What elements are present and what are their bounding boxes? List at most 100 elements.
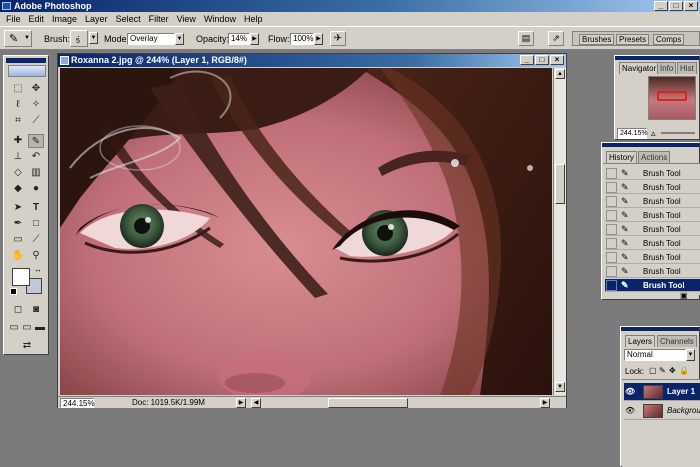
mode-select[interactable]: Overlay	[127, 33, 175, 45]
minimize-button[interactable]: _	[654, 1, 668, 11]
move-tool-icon[interactable]: ✥	[28, 82, 44, 96]
history-item[interactable]: ✎ Brush Tool	[605, 181, 700, 194]
layers-palette-grip[interactable]	[621, 327, 699, 331]
zoom-out-icon[interactable]: ▵	[651, 129, 656, 138]
navigator-view-box[interactable]	[657, 91, 687, 101]
history-snapshot-checkbox[interactable]	[606, 280, 617, 291]
maximize-button[interactable]: □	[669, 1, 683, 11]
eyedropper-tool-icon[interactable]: ⟋	[28, 233, 44, 247]
menu-layer[interactable]: Layer	[81, 12, 112, 26]
brush-dropdown-arrow[interactable]: ▼	[89, 32, 98, 44]
history-snapshot-checkbox[interactable]	[606, 238, 617, 249]
zoom-field[interactable]: 244.15%	[60, 398, 95, 408]
quick-mask-mode-icon[interactable]: ◙	[28, 303, 44, 317]
tab-history[interactable]: History	[606, 151, 637, 163]
scroll-left-arrow[interactable]: ◀	[251, 398, 261, 408]
jump-to-imageready-icon[interactable]: ⇗	[548, 31, 564, 46]
lock-position-icon[interactable]: ✥	[669, 366, 676, 375]
airbrush-icon[interactable]: ✈	[330, 31, 346, 46]
slice-tool-icon[interactable]: ⟋	[28, 114, 44, 128]
menu-filter[interactable]: Filter	[145, 12, 173, 26]
hand-tool-icon[interactable]: ✋	[10, 249, 26, 263]
menu-file[interactable]: File	[2, 12, 25, 26]
swap-colors-icon[interactable]: ↔	[34, 265, 42, 274]
scroll-thumb[interactable]	[555, 164, 565, 204]
layer-row[interactable]: 👁 Background	[624, 402, 700, 420]
tool-preset-picker[interactable]: ✎ ▼	[4, 30, 32, 47]
history-item[interactable]: ✎ Brush Tool	[605, 237, 700, 250]
brush-picker[interactable]: · 5	[70, 30, 88, 47]
blend-mode-dropdown-arrow[interactable]: ▼	[686, 349, 695, 361]
doc-close-button[interactable]: ×	[550, 55, 564, 65]
tab-actions[interactable]: Actions	[638, 151, 671, 163]
menu-image[interactable]: Image	[48, 12, 81, 26]
layer-row-selected[interactable]: 👁 Layer 1	[624, 383, 700, 401]
menu-window[interactable]: Window	[200, 12, 240, 26]
horizontal-scroll-thumb[interactable]	[328, 398, 408, 408]
history-snapshot-checkbox[interactable]	[606, 210, 617, 221]
shape-tool-icon[interactable]: □	[28, 217, 44, 231]
jump-to-imageready-tool-icon[interactable]: ⇄	[16, 339, 38, 353]
status-menu-arrow[interactable]: ▶	[236, 398, 246, 408]
clone-stamp-tool-icon[interactable]: ⊥	[10, 150, 26, 164]
history-snapshot-checkbox[interactable]	[606, 168, 617, 179]
history-item[interactable]: ✎ Brush Tool	[605, 167, 700, 180]
history-item[interactable]: ✎ Brush Tool	[605, 251, 700, 264]
navigator-palette-grip[interactable]	[615, 56, 699, 60]
history-item[interactable]: ✎ Brush Tool	[605, 209, 700, 222]
history-snapshot-checkbox[interactable]	[606, 224, 617, 235]
marquee-tool-icon[interactable]: ⬚	[10, 82, 26, 96]
history-item[interactable]: ✎ Brush Tool	[605, 223, 700, 236]
history-item[interactable]: ✎ Brush Tool	[605, 265, 700, 278]
scroll-right-arrow[interactable]: ▶	[540, 398, 550, 408]
history-snapshot-checkbox[interactable]	[606, 182, 617, 193]
brush-tool-icon[interactable]: ✎	[28, 134, 44, 148]
zoom-slider[interactable]	[661, 132, 695, 134]
tab-layers[interactable]: Layers	[625, 335, 656, 347]
menu-edit[interactable]: Edit	[25, 12, 49, 26]
lock-all-icon[interactable]: 🔒	[679, 366, 689, 375]
file-browser-icon[interactable]: ▤	[518, 31, 534, 46]
eraser-tool-icon[interactable]: ◇	[10, 166, 26, 180]
zoom-tool-icon[interactable]: ⚲	[28, 249, 44, 263]
eye-icon[interactable]: 👁	[625, 405, 635, 416]
default-colors-icon[interactable]	[10, 288, 17, 295]
history-snapshot-checkbox[interactable]	[606, 266, 617, 277]
path-selection-tool-icon[interactable]: ➤	[10, 201, 26, 215]
layer-blend-mode-select[interactable]: Normal	[624, 349, 686, 361]
history-snapshot-checkbox[interactable]	[606, 252, 617, 263]
menu-view[interactable]: View	[173, 12, 200, 26]
comps-well-tab[interactable]: Comps	[653, 34, 685, 45]
presets-well-tab[interactable]: Presets	[616, 34, 650, 45]
scroll-down-arrow[interactable]: ▼	[555, 382, 565, 392]
mode-dropdown-arrow[interactable]: ▼	[175, 33, 184, 45]
opacity-slider-arrow[interactable]: ▶	[250, 33, 259, 45]
navigator-zoom-field[interactable]: 244.15%	[617, 128, 648, 139]
dodge-tool-icon[interactable]: ●	[28, 182, 44, 196]
flow-input[interactable]: 100%	[290, 33, 314, 45]
history-item[interactable]: ✎ Brush Tool	[605, 195, 700, 208]
gradient-tool-icon[interactable]: ▥	[28, 166, 44, 180]
doc-minimize-button[interactable]: _	[520, 55, 534, 65]
image-canvas[interactable]	[60, 68, 552, 395]
toolbox-grip[interactable]	[6, 58, 46, 63]
brushes-well-tab[interactable]: Brushes	[579, 34, 615, 45]
eye-icon[interactable]: 👁	[625, 386, 635, 397]
foreground-color-swatch[interactable]	[12, 268, 30, 286]
new-snapshot-icon[interactable]: ▣	[680, 291, 688, 300]
menu-select[interactable]: Select	[112, 12, 145, 26]
doc-maximize-button[interactable]: □	[535, 55, 549, 65]
pen-tool-icon[interactable]: ✒	[10, 217, 26, 231]
history-palette-grip[interactable]	[602, 143, 699, 147]
lock-transparency-icon[interactable]: ▢	[649, 366, 657, 375]
tab-channels[interactable]: Channels	[657, 335, 697, 347]
flow-slider-arrow[interactable]: ▶	[314, 33, 323, 45]
full-screen-mode-icon[interactable]: ▬	[34, 321, 46, 335]
tab-info[interactable]: Info	[657, 62, 677, 74]
vertical-scrollbar[interactable]: ▲ ▼	[553, 68, 566, 395]
lock-image-icon[interactable]: ✎	[659, 366, 666, 375]
type-tool-icon[interactable]: T	[28, 201, 44, 215]
tab-navigator[interactable]: Navigator	[619, 62, 660, 74]
scroll-up-arrow[interactable]: ▲	[555, 69, 565, 79]
menu-help[interactable]: Help	[240, 12, 267, 26]
